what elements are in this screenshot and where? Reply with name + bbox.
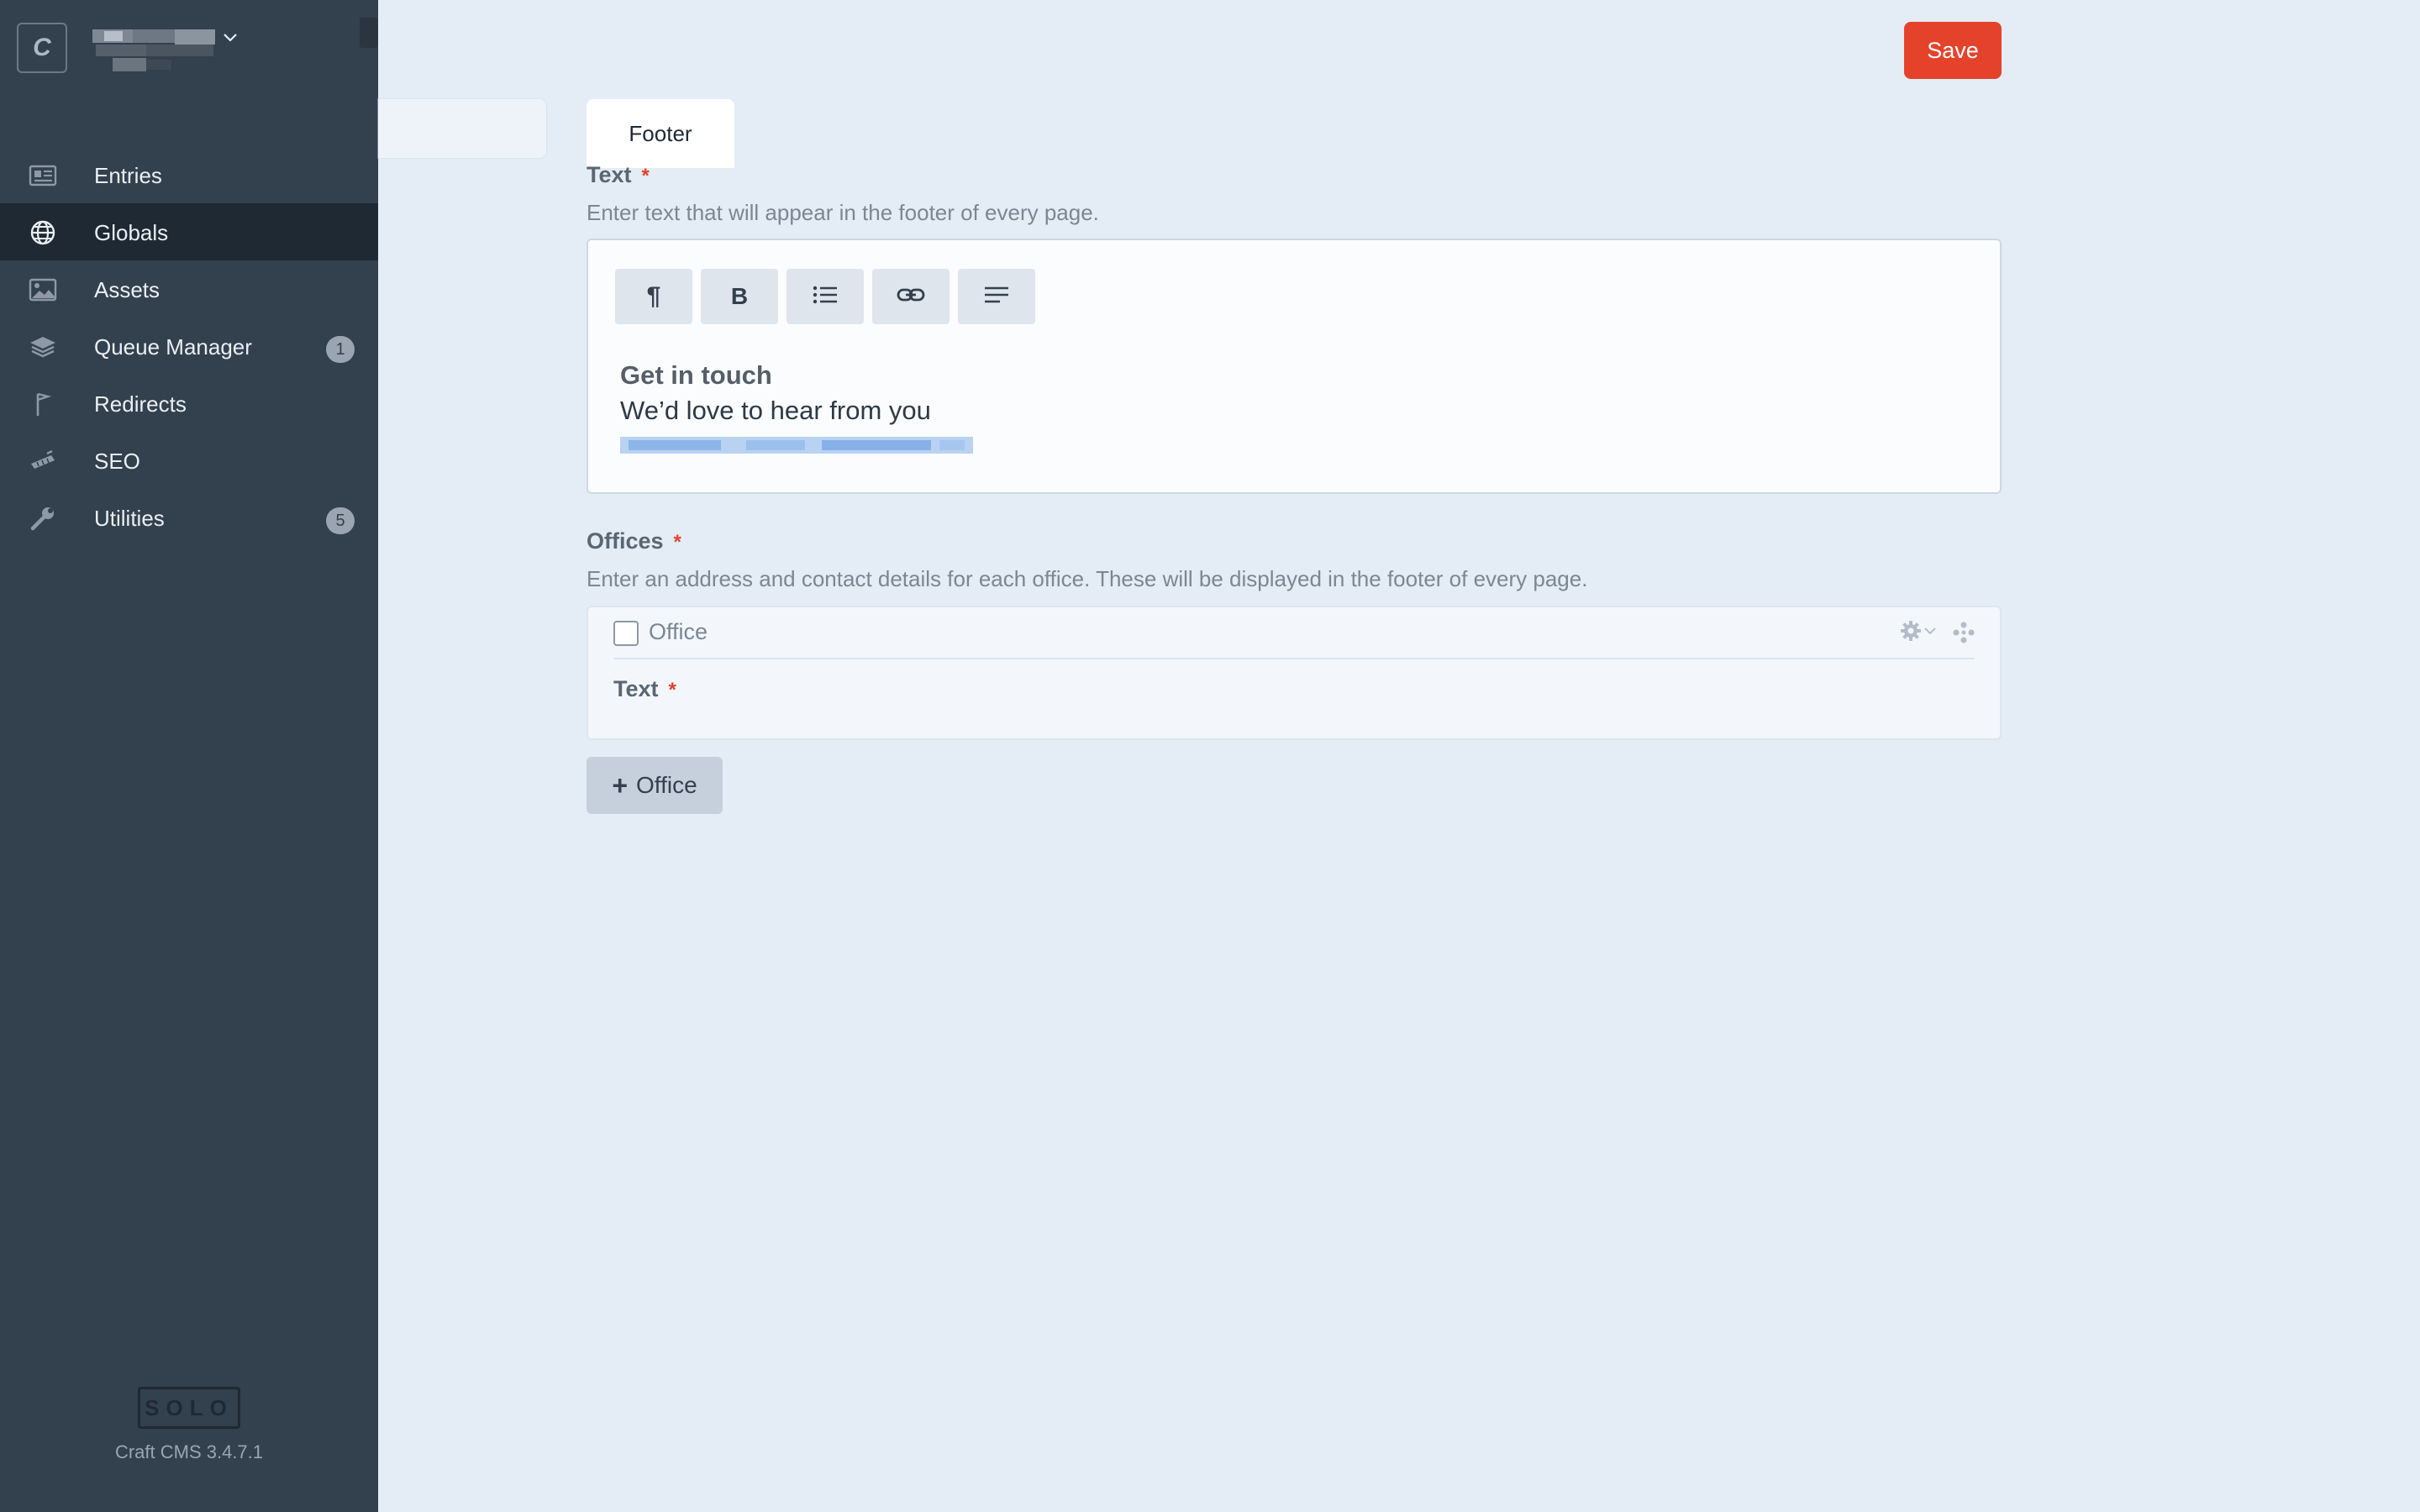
block-text-field-label-text: Text [613,676,659,701]
nav-label-utilities: Utilities [94,506,165,531]
chevron-down-icon [1923,623,1938,643]
block-select-checkbox[interactable] [613,621,639,646]
tab-footer[interactable]: Footer [587,99,734,168]
pilcrow-icon: ¶ [646,282,661,310]
flag-icon [29,390,57,418]
block-settings-menu[interactable] [1899,619,1941,646]
link-icon [897,286,925,307]
site-name-redacted[interactable] [87,26,230,73]
block-text-field-label: Text * [613,676,676,702]
move-handle-icon[interactable] [1951,619,1976,646]
gear-icon [1899,619,1923,647]
paragraph-format-button[interactable]: ¶ [615,269,692,324]
utilities-count-badge: 5 [326,507,355,534]
nav-item-assets[interactable]: Assets [0,260,378,318]
offices-field-label-text: Offices [587,528,664,554]
layers-icon [29,333,57,361]
list-icon [812,284,839,310]
sidebar: C Entries Globals Assets Queue Manager 1… [0,0,378,1512]
nav-item-globals[interactable]: Globals [0,203,378,260]
cms-version: Craft CMS 3.4.7.1 [114,1441,264,1462]
nav-item-utilities[interactable]: Utilities 5 [0,489,378,546]
offices-field-label: Offices * [587,528,681,554]
link-button[interactable] [872,269,950,324]
site-logo-letter: C [33,34,51,61]
rich-text-editor[interactable]: ¶ B Get in touch We’d love to hear from … [587,239,2002,494]
bold-button[interactable]: B [701,269,778,324]
nav-label-assets: Assets [94,277,160,302]
bold-icon: B [730,283,749,309]
required-indicator: * [668,679,676,701]
add-office-label: Office [636,772,697,798]
global-sets-panel [378,99,546,158]
globe-icon [29,218,57,247]
add-office-button[interactable]: + Office [587,757,723,814]
nav-item-redirects[interactable]: Redirects [0,375,378,432]
sidebar-collapse-handle[interactable] [360,18,378,48]
nav-item-entries[interactable]: Entries [0,146,378,203]
nav-label-entries: Entries [94,163,162,188]
nav-label-globals: Globals [94,220,169,245]
nav-label-seo: SEO [94,449,140,474]
align-left-icon [983,286,1010,308]
plus-icon: + [612,770,629,801]
text-field-instructions: Enter text that will appear in the foote… [587,200,1099,225]
nav-label-redirects: Redirects [94,391,187,417]
redacted-link[interactable] [620,433,973,459]
image-icon [29,276,57,304]
nav-item-seo[interactable]: SEO [0,432,378,489]
nav-label-queue-manager: Queue Manager [94,334,252,360]
main-nav: Entries Globals Assets Queue Manager 1 R… [0,146,378,546]
required-indicator: * [641,165,650,187]
office-block: Office Text * [587,606,2002,740]
block-type-label: Office [649,619,708,644]
content-heading: Get in touch [620,360,772,390]
site-logo: C [17,23,67,73]
offices-field-instructions: Enter an address and contact details for… [587,566,1588,591]
queue-count-badge: 1 [326,336,355,363]
seo-icon [29,447,57,475]
content-paragraph: We’d love to hear from you [620,396,931,425]
list-button[interactable] [786,269,864,324]
chevron-down-icon[interactable] [220,28,240,48]
entries-icon [29,161,57,190]
wrench-icon [29,504,57,533]
required-indicator: * [673,531,681,554]
nav-item-queue-manager[interactable]: Queue Manager 1 [0,318,378,375]
align-button[interactable] [958,269,1035,324]
edition-badge[interactable]: SOLO [138,1387,240,1429]
block-divider [613,658,1975,659]
site-header[interactable]: C [17,18,378,76]
text-field-label-text: Text [587,162,632,187]
editor-content[interactable]: Get in touch We’d love to hear from you [620,358,973,459]
save-button[interactable]: Save [1904,22,2002,79]
text-field-label: Text * [587,162,650,188]
